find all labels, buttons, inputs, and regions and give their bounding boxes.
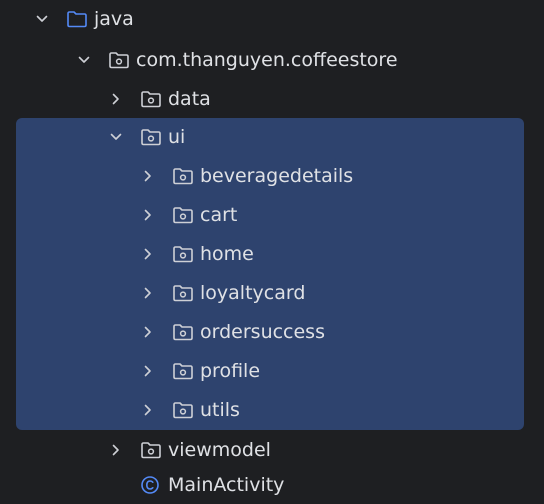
chevron-down-icon[interactable] bbox=[36, 13, 48, 25]
tree-node-label: data bbox=[168, 88, 211, 110]
tree-node-java[interactable]: java bbox=[0, 0, 544, 38]
package-folder-icon bbox=[140, 90, 162, 108]
chevron-right-icon[interactable] bbox=[142, 365, 154, 377]
package-folder-icon bbox=[172, 362, 194, 380]
chevron-right-icon[interactable] bbox=[110, 93, 122, 105]
chevron-right-icon[interactable] bbox=[142, 326, 154, 338]
tree-node-loyaltycard[interactable]: loyaltycard bbox=[0, 274, 544, 312]
package-folder-icon bbox=[172, 167, 194, 185]
chevron-right-icon[interactable] bbox=[142, 287, 154, 299]
tree-node-home[interactable]: home bbox=[0, 235, 544, 273]
package-folder-icon bbox=[172, 401, 194, 419]
tree-node-data[interactable]: data bbox=[0, 80, 544, 118]
package-folder-icon bbox=[172, 206, 194, 224]
chevron-right-icon[interactable] bbox=[142, 170, 154, 182]
tree-node-label: cart bbox=[200, 204, 238, 226]
package-folder-icon bbox=[140, 128, 162, 146]
tree-node-profile[interactable]: profile bbox=[0, 352, 544, 390]
chevron-right-icon[interactable] bbox=[142, 404, 154, 416]
tree-node-viewmodel[interactable]: viewmodel bbox=[0, 431, 544, 469]
package-folder-icon bbox=[108, 51, 130, 69]
chevron-down-icon[interactable] bbox=[110, 131, 122, 143]
tree-node-label: ordersuccess bbox=[200, 321, 325, 343]
tree-node-label: home bbox=[200, 243, 254, 265]
package-folder-icon bbox=[172, 323, 194, 341]
tree-node-utils[interactable]: utils bbox=[0, 391, 544, 429]
tree-node-label: viewmodel bbox=[168, 439, 271, 461]
tree-node-ui[interactable]: ui bbox=[0, 118, 544, 156]
tree-node-label: ui bbox=[168, 126, 186, 148]
chevron-down-icon[interactable] bbox=[78, 54, 90, 66]
tree-node-beveragedetails[interactable]: beveragedetails bbox=[0, 157, 544, 195]
package-folder-icon bbox=[140, 441, 162, 459]
tree-node-label: loyaltycard bbox=[200, 282, 306, 304]
tree-node-label: beveragedetails bbox=[200, 165, 354, 187]
class-icon bbox=[140, 476, 160, 494]
tree-node-label: com.thanguyen.coffeestore bbox=[136, 49, 398, 71]
chevron-right-icon[interactable] bbox=[142, 209, 154, 221]
tree-node-mainactivity[interactable]: MainActivity bbox=[0, 466, 544, 504]
tree-node-label: MainActivity bbox=[168, 474, 285, 496]
package-folder-icon bbox=[172, 284, 194, 302]
tree-node-label: utils bbox=[200, 399, 240, 421]
chevron-right-icon[interactable] bbox=[142, 248, 154, 260]
tree-node-label: java bbox=[94, 8, 134, 30]
tree-node-package[interactable]: com.thanguyen.coffeestore bbox=[0, 41, 544, 79]
tree-node-label: profile bbox=[200, 360, 261, 382]
source-folder-icon bbox=[66, 10, 88, 28]
package-folder-icon bbox=[172, 245, 194, 263]
chevron-right-icon[interactable] bbox=[110, 444, 122, 456]
tree-node-ordersuccess[interactable]: ordersuccess bbox=[0, 313, 544, 351]
tree-node-cart[interactable]: cart bbox=[0, 196, 544, 234]
project-tree[interactable]: java com.thanguyen.coffeestore data ui b… bbox=[0, 0, 544, 504]
